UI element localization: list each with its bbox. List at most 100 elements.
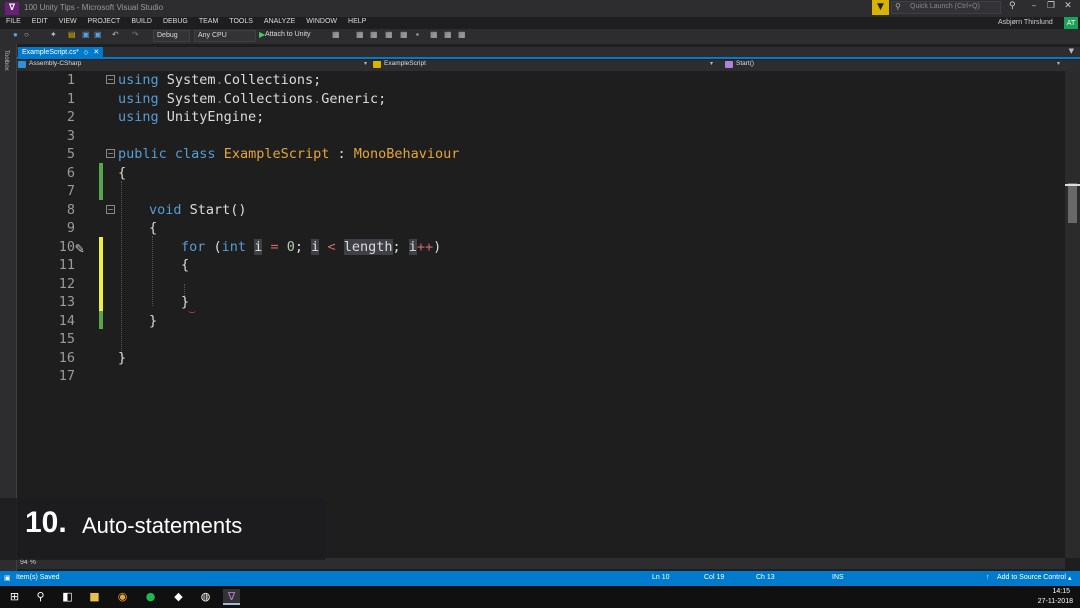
- unity-icon[interactable]: ◆: [170, 589, 187, 605]
- collapse-icon[interactable]: −: [106, 75, 115, 84]
- status-message: Item(s) Saved: [16, 574, 60, 581]
- forward-icon[interactable]: ○: [24, 30, 29, 39]
- menu-build[interactable]: BUILD: [125, 17, 157, 29]
- user-name[interactable]: Asbjørn Thirslund: [998, 19, 1053, 26]
- toolbox-label[interactable]: Toolbox: [3, 50, 9, 71]
- line-number: 3: [66, 127, 75, 144]
- toolbar-icon-4[interactable]: ▦: [385, 30, 393, 39]
- save-all-icon[interactable]: ▣: [94, 30, 102, 39]
- toolbar-icon-1[interactable]: ▦: [332, 30, 340, 39]
- upload-icon[interactable]: ↑: [986, 574, 990, 581]
- notification-flag-icon[interactable]: ▼: [872, 0, 889, 15]
- project-dropdown[interactable]: Assembly-CSharp: [17, 60, 372, 70]
- type-dropdown[interactable]: ExampleScript: [372, 60, 717, 70]
- scrollbar-thumb[interactable]: [1068, 183, 1077, 223]
- toolbar-icon-3[interactable]: ▦: [370, 30, 378, 39]
- menu-file[interactable]: FILE: [0, 17, 26, 29]
- snippet-field[interactable]: length: [343, 238, 393, 255]
- spotify-icon[interactable]: ●: [142, 589, 159, 605]
- menu-project[interactable]: PROJECT: [82, 17, 126, 29]
- menu-debug[interactable]: DEBUG: [157, 17, 193, 29]
- menu-window[interactable]: WINDOW: [300, 17, 342, 29]
- quick-launch-input[interactable]: ⚲ Quick Launch (Ctrl+Q): [891, 1, 1001, 14]
- save-icon[interactable]: ▣: [82, 30, 90, 39]
- chevron-up-icon[interactable]: ▴: [1068, 574, 1072, 582]
- menu-team[interactable]: TEAM: [193, 17, 223, 29]
- line-number: 14: [58, 312, 75, 329]
- code-line: 12: [17, 275, 1017, 294]
- undo-icon[interactable]: ↶: [112, 30, 119, 39]
- code-token: (: [205, 238, 222, 255]
- restore-icon[interactable]: ❐: [1044, 1, 1058, 11]
- code-line: 3: [17, 127, 1017, 146]
- menu-analyze[interactable]: ANALYZE: [258, 17, 300, 29]
- menu-view[interactable]: VIEW: [53, 17, 82, 29]
- pin-icon[interactable]: ◇: [84, 49, 89, 56]
- member-dropdown-label: Start(): [736, 60, 755, 67]
- line-number: 1: [66, 72, 75, 88]
- code-text: {: [181, 257, 190, 273]
- visual-studio-taskbar-icon[interactable]: ∇: [223, 589, 240, 605]
- line-number: 5: [66, 146, 75, 162]
- close-tab-icon[interactable]: ✕: [93, 48, 99, 56]
- platform-dropdown[interactable]: Any CPU: [194, 30, 256, 42]
- redo-icon[interactable]: ↷: [132, 30, 139, 39]
- zoom-level[interactable]: 94 %: [20, 559, 36, 566]
- line-number: 16: [58, 349, 75, 366]
- toolbar-icon-6[interactable]: ▦: [430, 30, 438, 39]
- tab-label: ExampleScript.cs*: [22, 48, 79, 56]
- new-project-icon[interactable]: ✦: [50, 30, 57, 39]
- code-line: 2 using UnityEngine;: [17, 108, 1017, 127]
- open-file-icon[interactable]: ▤: [68, 30, 76, 39]
- member-dropdown[interactable]: Start(): [724, 60, 1064, 70]
- menu-edit[interactable]: EDIT: [26, 17, 53, 29]
- bookmark-icon[interactable]: ▪: [416, 30, 419, 39]
- toolbar-icon-2[interactable]: ▦: [356, 30, 364, 39]
- tab-examplescript[interactable]: ExampleScript.cs* ◇ ✕: [18, 47, 104, 57]
- tab-overflow-icon[interactable]: ▼: [1069, 47, 1074, 55]
- unity-hub-icon[interactable]: ◍: [197, 589, 214, 605]
- configuration-dropdown[interactable]: Debug: [153, 30, 190, 42]
- line-number: 11: [58, 257, 75, 273]
- code-editor[interactable]: 1 − using System.Collections; 1 using Sy…: [17, 71, 1065, 558]
- code-token: Start(): [181, 201, 247, 218]
- vertical-scrollbar[interactable]: [1065, 71, 1080, 558]
- task-view-icon[interactable]: ◧: [59, 589, 76, 605]
- clock-date[interactable]: 27-11-2018: [1038, 598, 1073, 605]
- menu-help[interactable]: HELP: [342, 17, 371, 29]
- toolbox-panel[interactable]: Toolbox: [0, 44, 17, 571]
- code-line: 11 {: [17, 256, 1017, 275]
- code-text: }: [181, 294, 190, 310]
- code-token: int: [221, 238, 247, 255]
- collapse-icon[interactable]: −: [106, 149, 115, 158]
- toolbar-icon-8[interactable]: ▦: [458, 30, 466, 39]
- minimize-icon[interactable]: –: [1027, 1, 1041, 11]
- clock-time[interactable]: 14:15: [1052, 588, 1070, 595]
- windows-start-icon[interactable]: ⊞: [6, 589, 23, 605]
- edit-snippet-icon[interactable]: ✎: [75, 239, 84, 257]
- search-icon[interactable]: ⚲: [32, 589, 49, 605]
- snippet-field[interactable]: i: [408, 238, 417, 255]
- chevron-down-icon[interactable]: ▾: [710, 60, 713, 67]
- toolbar-icon-7[interactable]: ▦: [444, 30, 452, 39]
- chevron-down-icon[interactable]: ▾: [364, 60, 367, 67]
- code-line: 7: [17, 182, 1017, 201]
- code-line: 14 }: [17, 312, 1017, 331]
- user-avatar[interactable]: AT: [1064, 17, 1078, 29]
- class-icon: [373, 61, 381, 68]
- collapse-icon[interactable]: −: [106, 204, 115, 214]
- back-icon[interactable]: ●: [13, 30, 18, 39]
- attach-to-unity-button[interactable]: Attach to Unity: [265, 31, 311, 38]
- search-icon[interactable]: ⚲: [1009, 1, 1016, 11]
- toolbar-icon-5[interactable]: ▦: [400, 30, 408, 39]
- line-number: 12: [58, 275, 75, 292]
- file-explorer-icon[interactable]: ■: [86, 589, 103, 605]
- add-to-source-control-button[interactable]: Add to Source Control: [997, 574, 1066, 581]
- chevron-down-icon[interactable]: ▾: [1057, 60, 1060, 67]
- menu-tools[interactable]: TOOLS: [223, 17, 258, 29]
- code-token: :: [329, 146, 354, 162]
- close-icon[interactable]: ✕: [1061, 1, 1075, 11]
- chrome-icon[interactable]: ◉: [114, 589, 131, 605]
- method-icon: [725, 61, 733, 68]
